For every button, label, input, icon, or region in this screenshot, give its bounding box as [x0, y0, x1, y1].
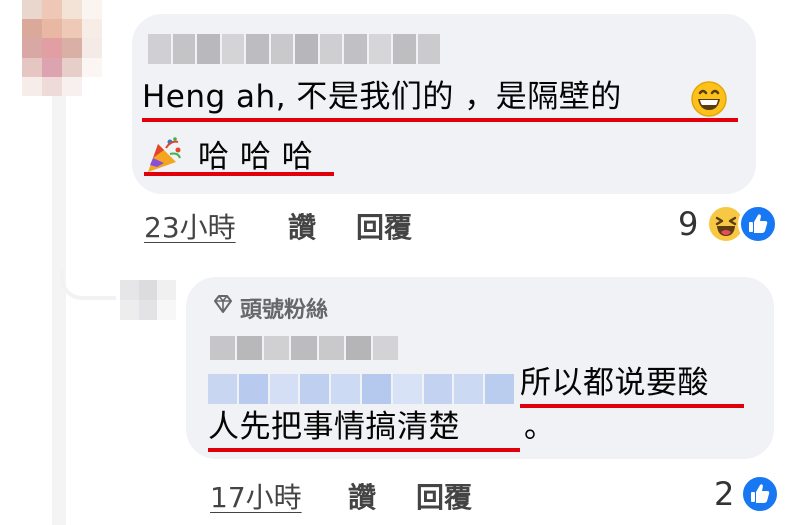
reply-connector [60, 270, 116, 300]
reply-timestamp[interactable]: 17小時 [210, 476, 302, 516]
thread-line [52, 96, 66, 525]
comment-text-line2-wrap: 哈 哈 哈 [144, 138, 334, 176]
like-thumb-icon[interactable] [740, 474, 780, 514]
reply-text-punct: 。 [524, 409, 556, 445]
grinning-face-icon [690, 80, 728, 118]
reply-text-line1: 所以都说要酸 [520, 365, 709, 401]
reply-reply-button[interactable]: 回覆 [416, 476, 472, 516]
reply-like-button[interactable]: 讚 [348, 476, 376, 516]
reply-author-avatar[interactable] [120, 280, 176, 320]
comment-reply-button[interactable]: 回覆 [356, 206, 412, 246]
reply-reaction-count[interactable]: 2 [714, 475, 734, 513]
comment-text-line1: Heng ah, 不是我们的 ，是隔壁的 [142, 79, 622, 115]
top-fan-badge: 頭號粉絲 [240, 298, 329, 323]
reply-author-name-censored[interactable] [210, 336, 398, 360]
reply-mention-censored[interactable] [208, 374, 514, 404]
comment-text-line2: 哈 哈 哈 [198, 139, 314, 175]
comment-reaction-count[interactable]: 9 [678, 205, 698, 243]
reply-text-line2: 人先把事情搞清楚 [208, 409, 460, 445]
comment-author-name-censored[interactable] [148, 34, 440, 64]
comment-timestamp[interactable]: 23小時 [144, 206, 236, 246]
diamond-icon [212, 293, 234, 315]
comment-author-avatar[interactable] [22, 0, 102, 96]
comment-like-button[interactable]: 讚 [288, 206, 316, 246]
comment-text-line1-wrap: Heng ah, 不是我们的 ，是隔壁的 [142, 78, 738, 122]
reply-text-line1-wrap: 所以都说要酸 [520, 364, 744, 408]
like-thumb-icon[interactable] [738, 204, 778, 244]
reply-text-line2-wrap: 人先把事情搞清楚 [208, 408, 520, 452]
